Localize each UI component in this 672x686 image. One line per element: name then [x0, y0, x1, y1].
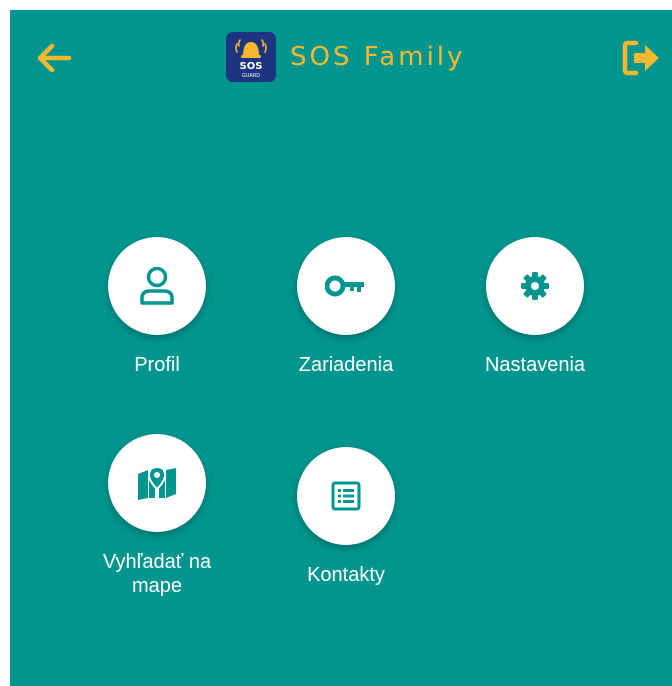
- gear-icon: [521, 272, 549, 300]
- profil-button[interactable]: [108, 237, 206, 335]
- menu-item-profil[interactable]: Profil: [67, 237, 247, 377]
- app-title: SOS Family: [290, 42, 466, 72]
- kontakty-button[interactable]: [297, 447, 395, 545]
- back-button[interactable]: [34, 38, 74, 78]
- key-icon: [325, 275, 364, 297]
- menu-item-label: Nastavenia: [484, 354, 586, 376]
- map-button[interactable]: [108, 434, 206, 532]
- menu-item-label: Kontakty: [307, 564, 385, 586]
- logo-subtext: GUARD: [242, 73, 260, 79]
- menu-item-nastavenia[interactable]: Nastavenia: [445, 237, 625, 377]
- menu-item-label: Profil: [134, 354, 180, 376]
- app-screen: SOS GUARD SOS Family Profil Zariadenia N…: [10, 10, 672, 686]
- user-icon: [140, 266, 174, 305]
- app-header: SOS GUARD SOS Family: [10, 10, 672, 106]
- brand: SOS GUARD SOS Family: [226, 32, 465, 82]
- menu-item-vyhladat-na-mape[interactable]: Vyhľadať na mape: [67, 434, 247, 598]
- menu-item-label: Vyhľadať na mape: [102, 551, 212, 597]
- nastavenia-button[interactable]: [486, 237, 584, 335]
- logout-icon: [622, 40, 659, 76]
- contacts-list-icon: [331, 481, 361, 511]
- arrow-left-icon: [37, 43, 72, 73]
- menu-item-label: Zariadenia: [298, 354, 394, 376]
- menu-item-kontakty[interactable]: Kontakty: [256, 447, 436, 587]
- logo-text: SOS: [240, 61, 263, 72]
- zariadenia-button[interactable]: [297, 237, 395, 335]
- alarm-bell-icon: SOS GUARD: [235, 39, 267, 79]
- menu-item-zariadenia[interactable]: Zariadenia: [256, 237, 436, 377]
- logout-button[interactable]: [620, 38, 664, 78]
- map-icon: [138, 465, 176, 500]
- app-logo: SOS GUARD: [226, 32, 276, 82]
